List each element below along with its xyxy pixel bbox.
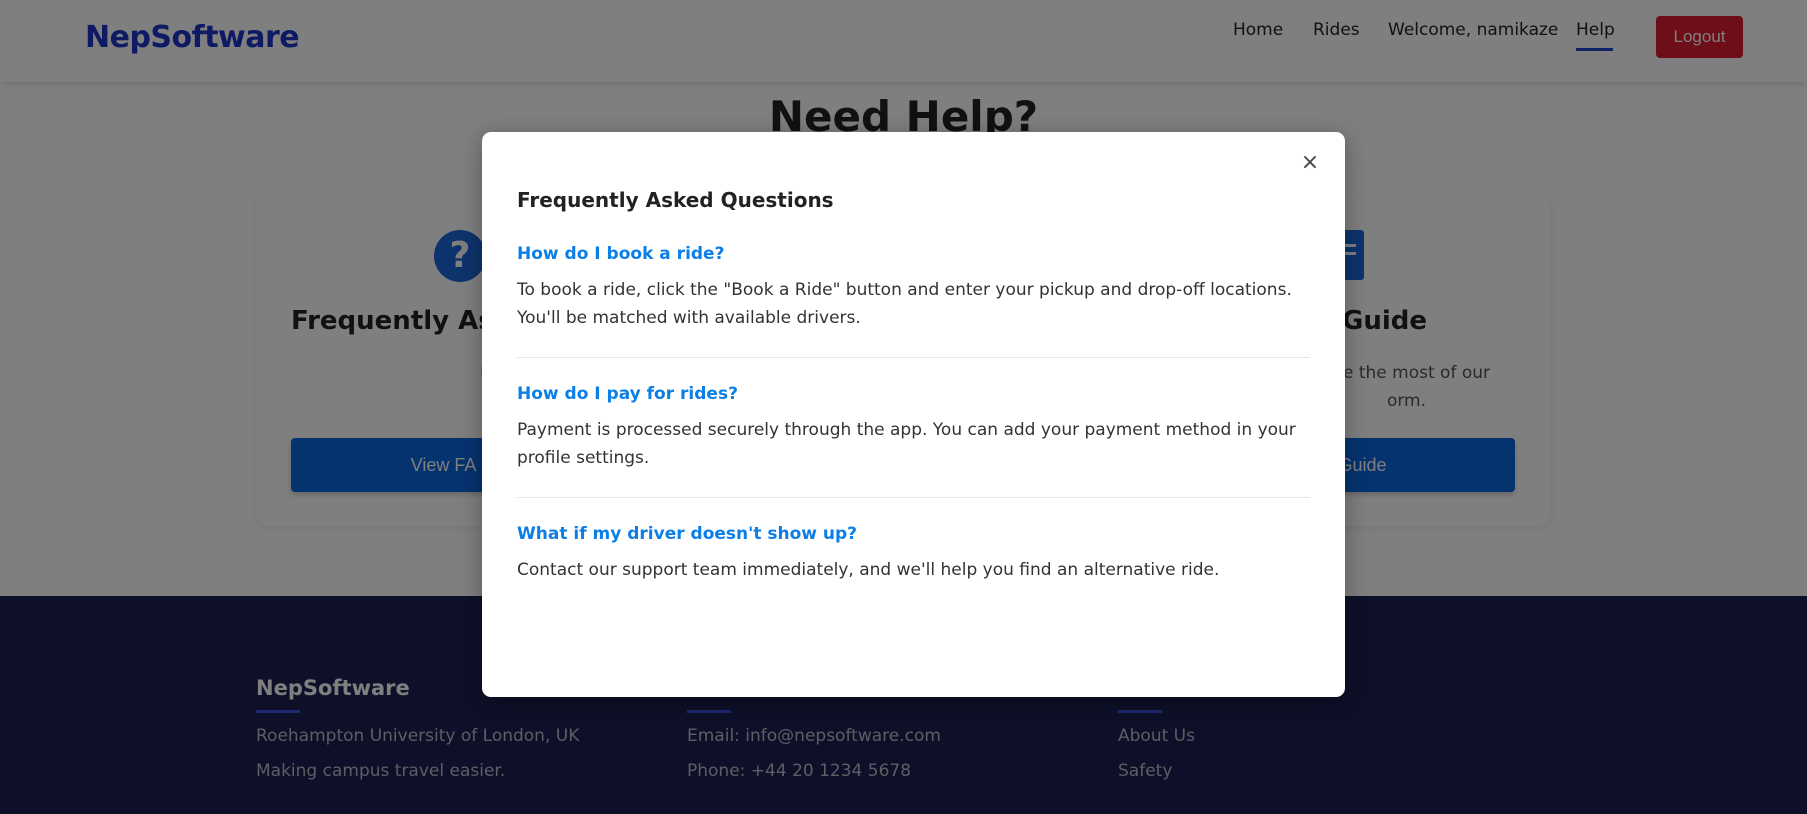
faq-item: How do I pay for rides? Payment is proce… bbox=[517, 384, 1310, 498]
faq-list: How do I book a ride? To book a ride, cl… bbox=[517, 244, 1310, 635]
faq-item: How do I book a ride? To book a ride, cl… bbox=[517, 244, 1310, 358]
faq-answer: Payment is processed securely through th… bbox=[517, 420, 1296, 468]
modal-title: Frequently Asked Questions bbox=[517, 188, 834, 212]
faq-item: What if my driver doesn't show up? Conta… bbox=[517, 524, 1310, 609]
faq-answer: To book a ride, click the "Book a Ride" … bbox=[517, 280, 1292, 328]
faq-modal: × Frequently Asked Questions How do I bo… bbox=[482, 132, 1345, 697]
faq-answer: Contact our support team immediately, an… bbox=[517, 560, 1220, 580]
faq-question: How do I pay for rides? bbox=[517, 384, 738, 404]
faq-question: How do I book a ride? bbox=[517, 244, 725, 264]
close-icon[interactable]: × bbox=[1297, 150, 1323, 176]
faq-question: What if my driver doesn't show up? bbox=[517, 524, 858, 544]
